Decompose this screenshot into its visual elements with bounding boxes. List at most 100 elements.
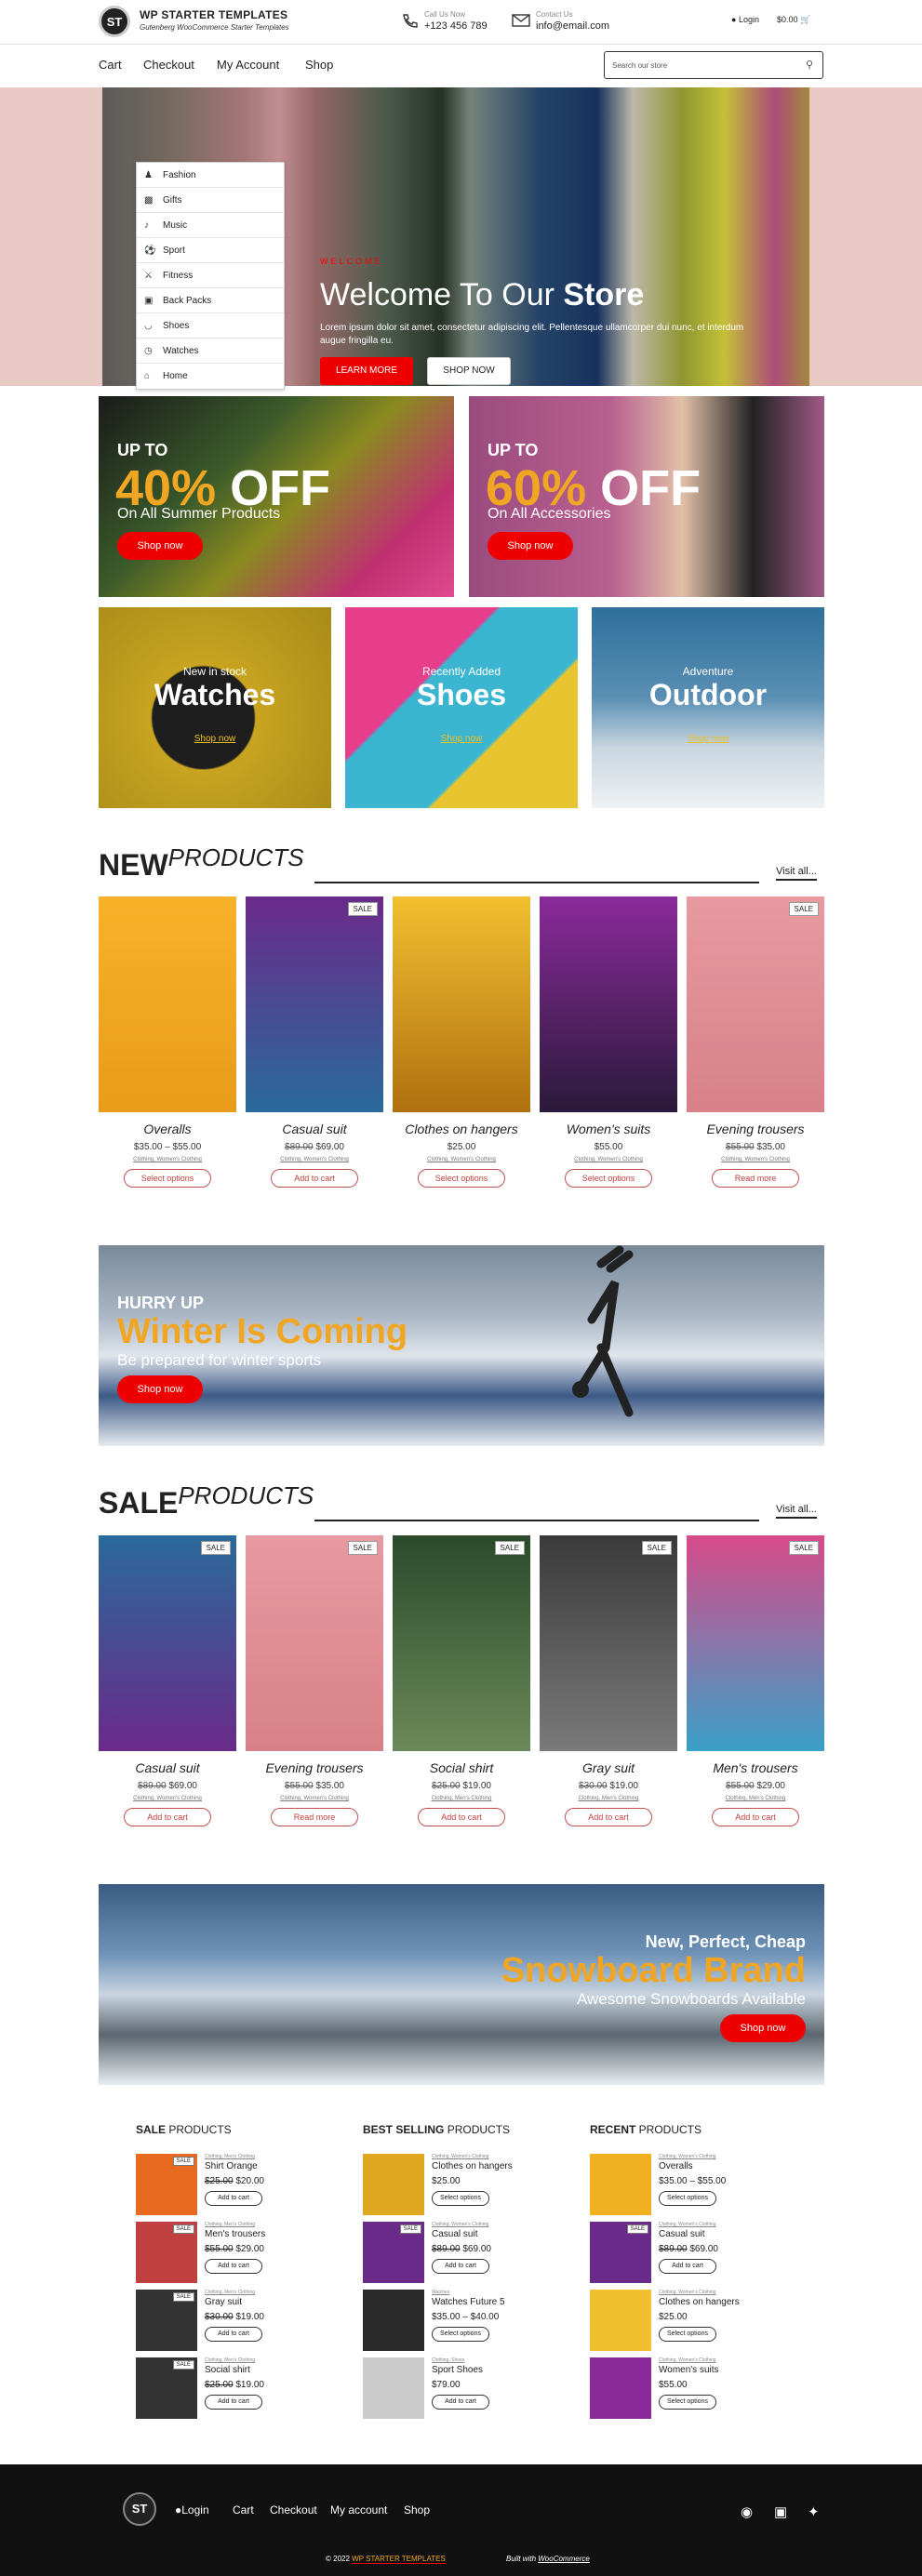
product-card[interactable]: SALE Men's trousers $55.00 $29.00 Clothing,…: [687, 1535, 824, 1826]
widget-name[interactable]: Clothes on hangers: [659, 2297, 740, 2307]
product-name[interactable]: Social shirt: [393, 1760, 530, 1775]
category-sport[interactable]: ⚽ Sport: [137, 238, 284, 263]
product-button[interactable]: Read more: [271, 1808, 358, 1826]
widget-button[interactable]: Add to cart: [205, 2191, 262, 2206]
widget-name[interactable]: Women's suits: [659, 2365, 719, 2375]
product-categories[interactable]: Clothing, Women's Clothing: [246, 1157, 383, 1162]
product-categories[interactable]: Clothing, Women's Clothing: [687, 1157, 824, 1162]
category-music[interactable]: ♪ Music: [137, 213, 284, 238]
product-button[interactable]: Select options: [565, 1169, 652, 1188]
widget-thumb[interactable]: SALE: [136, 2357, 197, 2419]
widget-categories[interactable]: Watches: [432, 2290, 449, 2295]
widget-button[interactable]: Add to cart: [205, 2395, 262, 2410]
widget-item[interactable]: Clothing, Women's Clothing Clothes on han…: [363, 2154, 549, 2215]
widget-item[interactable]: Clothing, Women's Clothing Overalls $35.00…: [590, 2154, 776, 2215]
category-back-packs[interactable]: ▣ Back Packs: [137, 288, 284, 313]
product-categories[interactable]: Clothing, Women's Clothing: [99, 1157, 236, 1162]
widget-categories[interactable]: Clothing, Men's Clothing: [205, 2154, 255, 2159]
search-icon[interactable]: ⚲: [806, 59, 813, 71]
widget-name[interactable]: Watches Future 5: [432, 2297, 505, 2307]
product-categories[interactable]: Clothing, Men's Clothing: [687, 1796, 824, 1801]
widget-thumb[interactable]: SALE: [136, 2290, 197, 2351]
footer-login[interactable]: ●Login: [175, 2503, 209, 2516]
brand-name[interactable]: WP STARTER TEMPLATES: [140, 8, 287, 21]
product-image[interactable]: SALE: [246, 896, 383, 1112]
nav-shop[interactable]: Shop: [305, 58, 333, 72]
widget-button[interactable]: Select options: [432, 2191, 489, 2206]
product-button[interactable]: Add to cart: [271, 1169, 358, 1188]
widget-item[interactable]: Clothing, Women's Clothing Women's suits $…: [590, 2357, 776, 2419]
category-watches[interactable]: ◷ Watches: [137, 339, 284, 364]
product-button[interactable]: Select options: [124, 1169, 211, 1188]
facebook-icon[interactable]: ◉: [741, 2503, 753, 2520]
product-name[interactable]: Evening trousers: [246, 1760, 383, 1775]
product-name[interactable]: Overalls: [99, 1122, 236, 1136]
product-categories[interactable]: Clothing, Men's Clothing: [393, 1796, 530, 1801]
widget-item[interactable]: SALE Clothing, Men's Clothing Gray suit $30…: [136, 2290, 322, 2351]
cat-shop-link[interactable]: Shop now: [592, 734, 824, 744]
product-button[interactable]: Select options: [418, 1169, 505, 1188]
widget-categories[interactable]: Clothing, Women's Clothing: [659, 2357, 715, 2363]
product-card[interactable]: SALE Gray suit $30.00 $19.00 Clothing, Men'…: [540, 1535, 677, 1826]
widget-categories[interactable]: Clothing, Men's Clothing: [205, 2357, 255, 2363]
product-categories[interactable]: Clothing, Women's Clothing: [99, 1796, 236, 1801]
product-card[interactable]: SALE Casual suit $89.00 $69.00 Clothing, Wo…: [99, 1535, 236, 1826]
product-categories[interactable]: Clothing, Women's Clothing: [246, 1796, 383, 1801]
widget-button[interactable]: Select options: [432, 2327, 489, 2342]
widget-button[interactable]: Select options: [659, 2395, 716, 2410]
footer-logo[interactable]: ST: [123, 2492, 156, 2526]
category-fashion[interactable]: ♟ Fashion: [137, 163, 284, 188]
product-card[interactable]: SALE Evening trousers $55.00 $35.00 Clothin…: [246, 1535, 383, 1826]
category-fitness[interactable]: ⚔ Fitness: [137, 263, 284, 288]
widget-name[interactable]: Sport Shoes: [432, 2365, 483, 2375]
search-input[interactable]: Search our store ⚲: [604, 51, 823, 79]
logo[interactable]: ST: [99, 6, 130, 37]
product-image[interactable]: SALE: [393, 1535, 530, 1751]
nav-checkout[interactable]: Checkout: [143, 58, 194, 72]
footer-my-account[interactable]: My account: [330, 2503, 387, 2516]
promo-shop-button[interactable]: Shop now: [488, 532, 573, 560]
widget-name[interactable]: Overalls: [659, 2161, 693, 2171]
nav-cart[interactable]: Cart: [99, 58, 122, 72]
widget-categories[interactable]: Clothing, Women's Clothing: [432, 2222, 488, 2227]
widget-thumb[interactable]: SALE: [590, 2222, 651, 2283]
widget-item[interactable]: SALE Clothing, Women's Clothing Casual sui…: [363, 2222, 549, 2283]
product-name[interactable]: Men's trousers: [687, 1760, 824, 1775]
copy-brand[interactable]: WP STARTER TEMPLATES: [352, 2555, 446, 2564]
product-name[interactable]: Casual suit: [246, 1122, 383, 1136]
widget-button[interactable]: Add to cart: [205, 2259, 262, 2274]
widget-name[interactable]: Casual suit: [432, 2229, 477, 2239]
widget-button[interactable]: Add to cart: [432, 2259, 489, 2274]
widget-button[interactable]: Add to cart: [205, 2327, 262, 2342]
product-categories[interactable]: Clothing, Men's Clothing: [540, 1796, 677, 1801]
category-watches-box[interactable]: New in stock Watches Shop now: [99, 607, 331, 808]
login-link[interactable]: ● Login: [731, 15, 759, 24]
widget-item[interactable]: SALE Clothing, Men's Clothing Social shirt…: [136, 2357, 322, 2419]
widget-button[interactable]: Add to cart: [432, 2395, 489, 2410]
category-outdoor-box[interactable]: Adventure Outdoor Shop now: [592, 607, 824, 808]
product-image[interactable]: [393, 896, 530, 1112]
widget-categories[interactable]: Clothing, Shoes: [432, 2357, 464, 2363]
widget-thumb[interactable]: [590, 2290, 651, 2351]
instagram-icon[interactable]: ▣: [774, 2503, 787, 2520]
widget-button[interactable]: Add to cart: [659, 2259, 716, 2274]
product-card[interactable]: SALE Evening trousers $55.00 $35.00 Clothin…: [687, 896, 824, 1188]
product-name[interactable]: Casual suit: [99, 1760, 236, 1775]
twitter-icon[interactable]: ✦: [808, 2503, 820, 2520]
product-image[interactable]: SALE: [99, 1535, 236, 1751]
widget-name[interactable]: Shirt Orange: [205, 2161, 258, 2171]
product-name[interactable]: Evening trousers: [687, 1122, 824, 1136]
widget-categories[interactable]: Clothing, Men's Clothing: [205, 2290, 255, 2295]
promo-shop-button[interactable]: Shop now: [117, 532, 203, 560]
widget-thumb[interactable]: [363, 2154, 424, 2215]
widget-categories[interactable]: Clothing, Men's Clothing: [205, 2222, 255, 2227]
visit-all-sale[interactable]: Visit all...: [776, 1504, 817, 1519]
product-button[interactable]: Add to cart: [418, 1808, 505, 1826]
product-card[interactable]: SALE Casual suit $89.00 $69.00 Clothing, Wo…: [246, 896, 383, 1188]
category-gifts[interactable]: ▩ Gifts: [137, 188, 284, 213]
promo-accessories[interactable]: UP TO 60% OFF On All Accessories Shop no…: [469, 396, 824, 597]
widget-thumb[interactable]: [590, 2357, 651, 2419]
widget-categories[interactable]: Clothing, Women's Clothing: [432, 2154, 488, 2159]
footer-shop[interactable]: Shop: [404, 2503, 430, 2516]
widget-name[interactable]: Men's trousers: [205, 2229, 265, 2239]
